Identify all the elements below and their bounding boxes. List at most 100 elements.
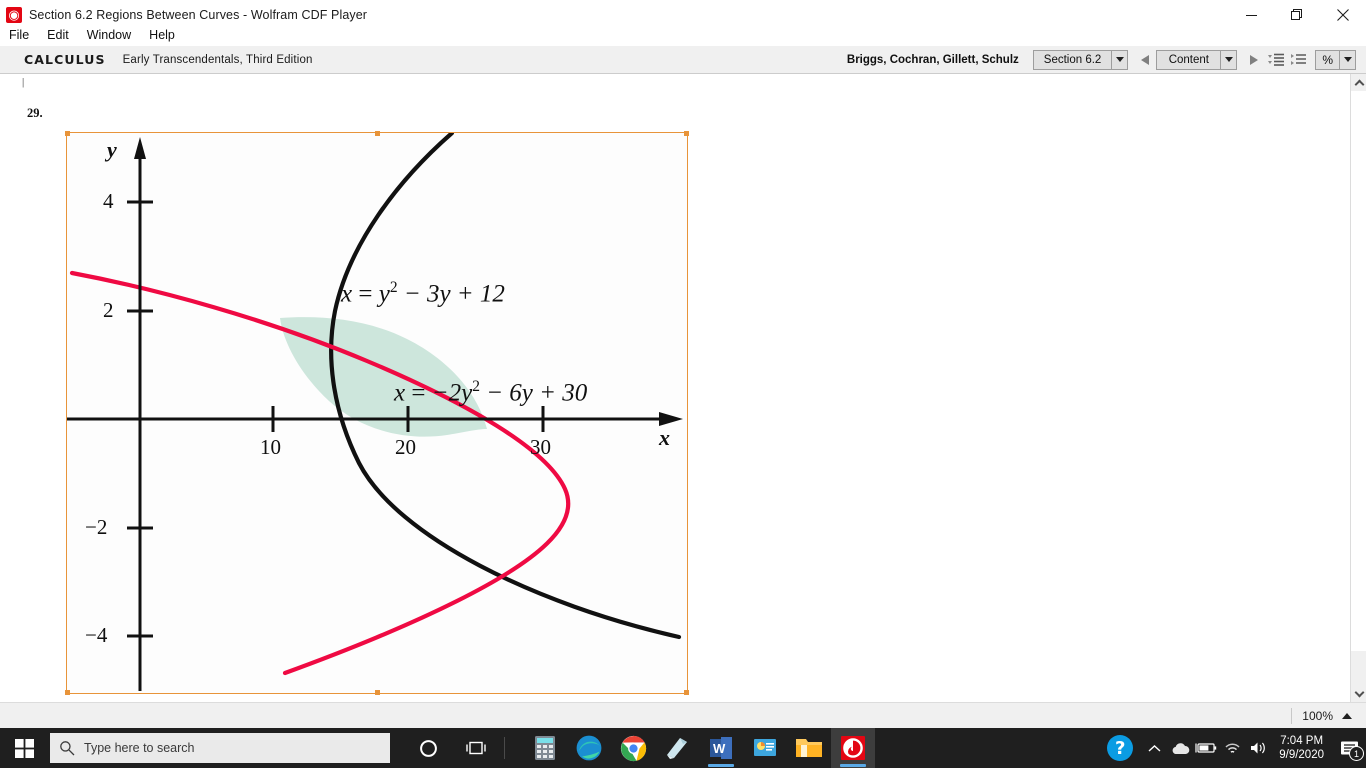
menu-bar: File Edit Window Help [0,24,1366,46]
battery-icon[interactable] [1193,728,1219,768]
status-bar: 100% [0,702,1366,728]
eq1-term1: y [378,280,390,308]
onedrive-icon[interactable] [1167,728,1193,768]
taskbar-app-wolfram-cdf[interactable] [831,728,875,768]
x-axis-label: x [659,425,670,450]
x-axis-arrowhead [659,412,683,426]
document-canvas[interactable]: | 29. y x 4 2 −2 −4 10 20 30 x = y2 − 3y… [0,74,1350,702]
search-input[interactable]: Type here to search [50,733,390,763]
percent-selector-arrow[interactable] [1339,49,1356,70]
resize-handle-bottom-right[interactable] [684,690,689,695]
clock-date: 9/9/2020 [1279,749,1324,761]
resize-handle-top-right[interactable] [684,131,689,136]
y-axis-arrowhead [134,137,146,159]
clock-time: 7:04 PM [1280,734,1324,747]
taskbar-clock[interactable]: 7:04 PM 9/9/2020 [1279,734,1324,763]
resize-handle-top-left[interactable] [65,131,70,136]
menu-help[interactable]: Help [140,26,184,44]
notifications-button[interactable]: 1 [1332,728,1366,768]
x-tick-label-20: 20 [395,435,416,459]
app-running-indicator [840,764,866,767]
eq2-lhs: x [394,379,406,407]
eq2-exponent: 2 [472,378,480,395]
resize-handle-bottom-left[interactable] [65,690,70,695]
previous-button[interactable] [1136,54,1154,65]
wifi-icon[interactable] [1219,728,1245,768]
chevron-down-icon [1115,57,1124,62]
menu-file[interactable]: File [0,26,38,44]
section-selector-arrow[interactable] [1111,49,1129,70]
svg-text:W: W [713,741,726,756]
equation-label-red: x = −2y2 − 6y + 30 [394,378,587,407]
next-button[interactable] [1245,54,1263,65]
y-axis-label: y [107,137,117,162]
taskbar-app-file-explorer[interactable] [787,728,831,768]
equation-label-black: x = y2 − 3y + 12 [341,279,505,308]
brand-title: CALCULUS [24,52,106,67]
chevron-down-icon [1224,57,1233,62]
cortana-button[interactable] [404,728,452,768]
taskbar-app-word[interactable]: W [699,728,743,768]
taskbar-app-calculator[interactable] [523,728,567,768]
show-hidden-icons-button[interactable] [1141,728,1167,768]
start-button[interactable] [0,728,48,768]
menu-edit[interactable]: Edit [38,26,78,44]
toolbar-controls: Briggs, Cochran, Gillett, Schulz Section… [847,46,1358,73]
resize-handle-top-center[interactable] [375,131,380,136]
chevron-down-icon [1354,687,1364,697]
triangle-left-icon [1141,54,1150,65]
volume-icon[interactable] [1245,728,1271,768]
scroll-down-button[interactable] [1351,685,1366,702]
chevron-down-icon [1343,57,1352,62]
expand-all-button[interactable] [1287,50,1309,70]
vertical-scrollbar[interactable] [1350,74,1366,702]
windows-taskbar: Type here to search W ? 7:04 PM 9/9/2020… [0,728,1366,768]
cdf-toolbar: CALCULUS Early Transcendentals, Third Ed… [0,46,1366,74]
taskbar-app-sticky-notes[interactable] [655,728,699,768]
taskbar-app-powerpoint[interactable] [743,728,787,768]
scrollbar-thumb[interactable] [1351,91,1366,651]
eq1-equals: = [358,280,373,308]
percent-selector-value: % [1315,49,1339,70]
wolfram-spikey-icon: ◉ [6,7,22,23]
figure-selection-frame[interactable]: y x 4 2 −2 −4 10 20 30 x = y2 − 3y + 12 … [65,131,689,695]
x-tick-label-10: 10 [260,435,281,459]
eq1-exponent: 2 [389,279,398,296]
x-tick-label-30: 30 [530,435,551,459]
zoom-menu-caret-icon[interactable] [1342,712,1352,719]
eq1-lhs: x [341,280,353,308]
cell-marker: | [22,76,25,88]
help-icon[interactable]: ? [1107,735,1134,761]
zoom-level-label[interactable]: 100% [1302,709,1333,723]
window-title: Section 6.2 Regions Between Curves - Wol… [29,8,368,22]
notification-count-badge: 1 [1349,746,1364,761]
taskbar-app-chrome[interactable] [611,728,655,768]
y-tick-label-2: 2 [103,298,114,322]
taskbar-app-edge[interactable] [567,728,611,768]
search-icon [50,740,84,756]
problem-number: 29. [27,106,43,120]
collapse-all-button[interactable] [1265,50,1287,70]
percent-selector[interactable]: % [1315,49,1356,70]
search-placeholder-text: Type here to search [84,741,195,755]
resize-handle-bottom-center[interactable] [375,690,380,695]
taskbar-system-buttons [404,728,509,768]
menu-window[interactable]: Window [78,26,140,44]
task-view-button[interactable] [452,728,500,768]
content-selector-value: Content [1156,49,1221,70]
figure-plot [67,133,683,691]
taskbar-pinned-apps: W [523,728,875,768]
section-selector[interactable]: Section 6.2 [1032,49,1129,70]
chevron-up-icon [1354,79,1364,89]
content-selector-arrow[interactable] [1220,49,1238,70]
eq2-equals: = [411,379,426,407]
scroll-up-button[interactable] [1351,74,1366,91]
system-tray: ? 7:04 PM 9/9/2020 1 [1105,728,1366,768]
taskbar-divider [504,737,505,759]
status-divider [1291,707,1293,724]
eq2-term1: −2y [431,379,473,407]
brand-subtitle: Early Transcendentals, Third Edition [122,53,313,66]
content-selector[interactable]: Content [1156,49,1238,70]
y-tick-label-neg4: −4 [85,623,108,647]
y-tick-label-neg2: −2 [85,515,108,539]
